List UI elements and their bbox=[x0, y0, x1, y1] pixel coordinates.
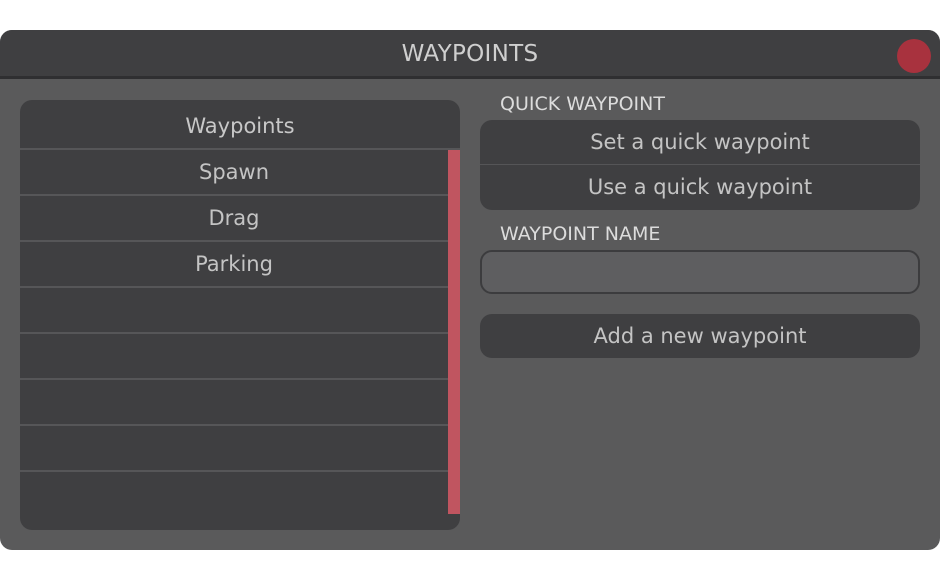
use-quick-waypoint-button[interactable]: Use a quick waypoint bbox=[480, 165, 920, 210]
add-waypoint-button[interactable]: Add a new waypoint bbox=[480, 314, 920, 358]
set-quick-waypoint-button[interactable]: Set a quick waypoint bbox=[480, 120, 920, 165]
list-item[interactable]: Parking bbox=[20, 242, 448, 288]
waypoint-name-input[interactable] bbox=[480, 250, 920, 294]
waypoint-list-panel: Waypoints Spawn Drag Parking bbox=[20, 100, 460, 530]
list-item[interactable] bbox=[20, 380, 448, 426]
waypoints-window: WAYPOINTS Waypoints Spawn Drag Parking Q… bbox=[0, 30, 940, 550]
quick-waypoint-group: Set a quick waypoint Use a quick waypoin… bbox=[480, 120, 920, 210]
waypoint-name-label: WAYPOINT NAME bbox=[500, 223, 661, 245]
quick-waypoint-label: QUICK WAYPOINT bbox=[500, 93, 665, 115]
list-item[interactable]: Drag bbox=[20, 196, 448, 242]
title-bar: WAYPOINTS bbox=[0, 30, 940, 79]
window-title: WAYPOINTS bbox=[401, 41, 539, 67]
list-item[interactable] bbox=[20, 288, 448, 334]
waypoint-list: Spawn Drag Parking bbox=[20, 150, 448, 472]
list-item[interactable] bbox=[20, 426, 448, 472]
list-header: Waypoints bbox=[20, 100, 460, 150]
close-button[interactable] bbox=[897, 39, 931, 73]
list-scrollbar[interactable] bbox=[448, 150, 460, 514]
list-item[interactable]: Spawn bbox=[20, 150, 448, 196]
list-item[interactable] bbox=[20, 334, 448, 380]
